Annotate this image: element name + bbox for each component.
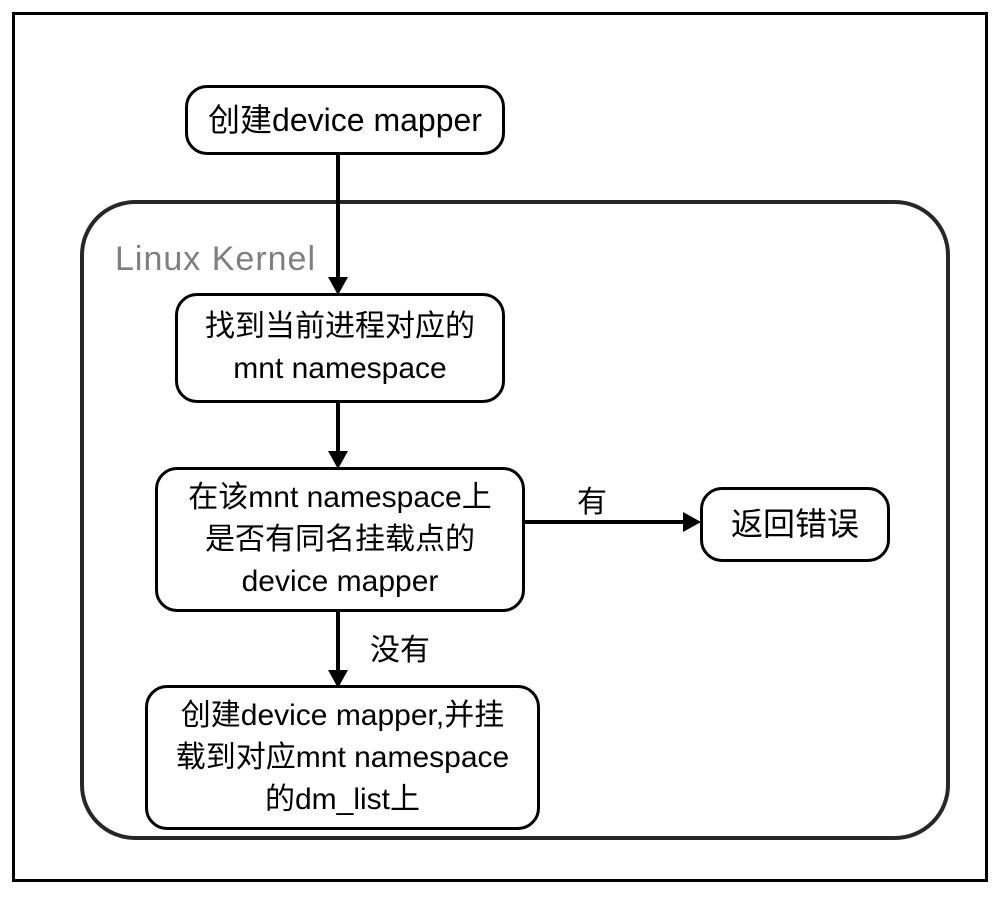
arrow-start-to-findns-line bbox=[336, 155, 340, 277]
node-create-device-mapper: 创建device mapper bbox=[185, 85, 505, 155]
node-label: 在该mnt namespace上是否有同名挂载点的device mapper bbox=[176, 477, 504, 603]
node-create-and-mount: 创建device mapper,并挂载到对应mnt namespace的dm_l… bbox=[145, 685, 540, 830]
node-label: 创建device mapper,并挂载到对应mnt namespace的dm_l… bbox=[166, 695, 519, 821]
node-label: 返回错误 bbox=[731, 502, 859, 547]
arrow-findns-to-check-line bbox=[336, 403, 340, 451]
edge-label-no: 没有 bbox=[370, 625, 430, 669]
node-find-mnt-namespace: 找到当前进程对应的mnt namespace bbox=[175, 293, 505, 403]
arrow-check-to-create-line bbox=[336, 612, 340, 670]
diagram-outer-frame: 创建device mapper Linux Kernel 找到当前进程对应的mn… bbox=[12, 12, 988, 882]
edge-label-yes: 有 bbox=[577, 477, 607, 521]
node-check-same-name: 在该mnt namespace上是否有同名挂载点的device mapper bbox=[155, 467, 525, 612]
node-label: 创建device mapper bbox=[208, 98, 482, 143]
arrow-check-to-error-head bbox=[683, 512, 701, 532]
group-linux-kernel-label: Linux Kernel bbox=[115, 240, 316, 279]
node-return-error: 返回错误 bbox=[700, 487, 890, 562]
node-label: 找到当前进程对应的mnt namespace bbox=[196, 306, 484, 390]
